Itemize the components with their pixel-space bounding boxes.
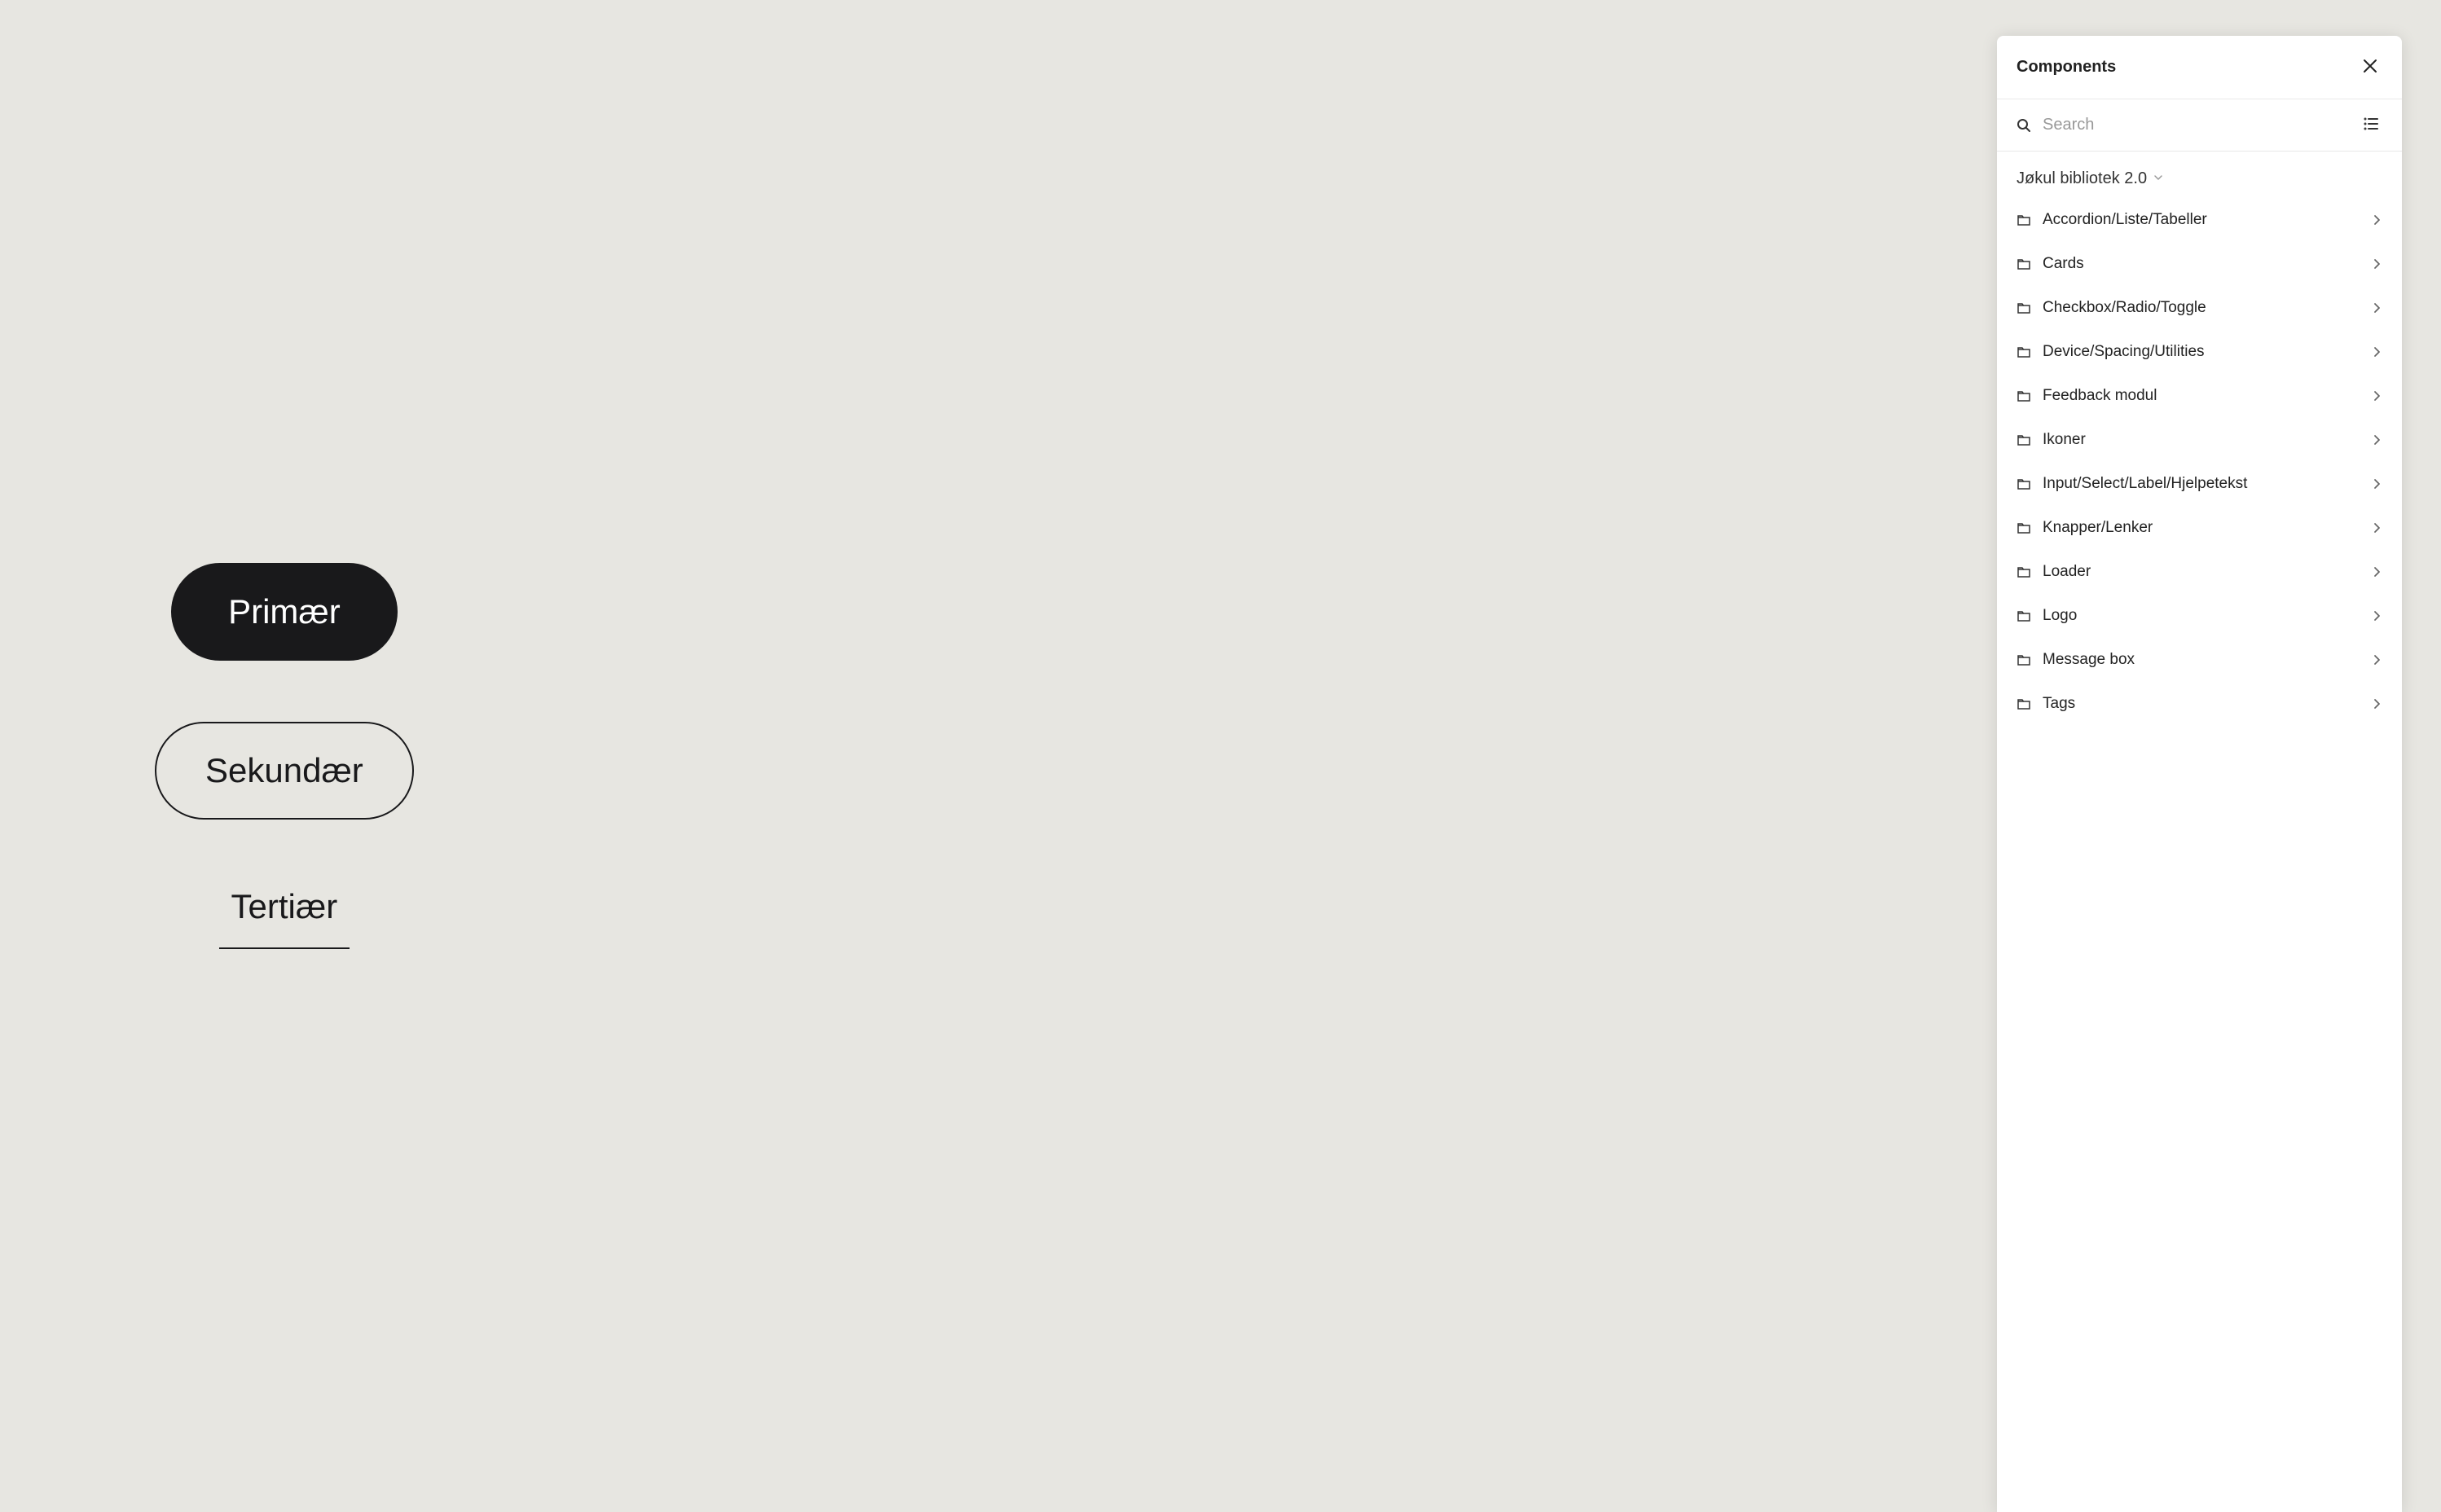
secondary-button[interactable]: Sekundær [155, 722, 414, 820]
folder-label: Ikoner [2043, 431, 2360, 449]
chevron-right-icon [2371, 522, 2382, 534]
chevron-right-icon [2371, 698, 2382, 710]
folder-icon [2017, 565, 2031, 579]
folder-icon [2017, 653, 2031, 667]
folder-icon [2017, 609, 2031, 623]
search-icon [2017, 118, 2031, 133]
folder-label: Accordion/Liste/Tabeller [2043, 211, 2360, 229]
components-panel: Components [1997, 36, 2402, 1512]
library-selector[interactable]: Jøkul bibliotek 2.0 [1997, 152, 2402, 198]
folder-item[interactable]: Device/Spacing/Utilities [1997, 330, 2402, 374]
search-input[interactable] [2043, 116, 2348, 134]
chevron-right-icon [2371, 654, 2382, 666]
chevron-right-icon [2371, 566, 2382, 578]
folder-icon [2017, 389, 2031, 403]
chevron-down-icon [2153, 172, 2163, 187]
chevron-right-icon [2371, 258, 2382, 270]
search-bar [1997, 99, 2402, 152]
panel-header: Components [1997, 36, 2402, 99]
folder-icon [2017, 257, 2031, 271]
panel-title: Components [2017, 58, 2116, 77]
folder-item[interactable]: Checkbox/Radio/Toggle [1997, 286, 2402, 330]
chevron-right-icon [2371, 478, 2382, 490]
folder-icon [2017, 521, 2031, 535]
folder-icon [2017, 477, 2031, 491]
folder-label: Message box [2043, 651, 2360, 669]
button-stack: Primær Sekundær Tertiær [155, 563, 414, 949]
chevron-right-icon [2371, 434, 2382, 446]
tertiary-underline [219, 947, 350, 949]
chevron-right-icon [2371, 390, 2382, 402]
chevron-right-icon [2371, 214, 2382, 226]
folder-icon [2017, 433, 2031, 447]
folder-icon [2017, 301, 2031, 315]
folder-label: Device/Spacing/Utilities [2043, 343, 2360, 361]
folder-item[interactable]: Knapper/Lenker [1997, 506, 2402, 550]
folder-item[interactable]: Cards [1997, 242, 2402, 286]
folder-item[interactable]: Logo [1997, 594, 2402, 638]
folder-label: Cards [2043, 255, 2360, 273]
folder-icon [2017, 697, 2031, 711]
folder-label: Input/Select/Label/Hjelpetekst [2043, 475, 2360, 493]
list-view-toggle-button[interactable] [2360, 112, 2382, 138]
folder-label: Loader [2043, 563, 2360, 581]
folder-label: Feedback modul [2043, 387, 2360, 405]
folder-icon [2017, 345, 2031, 359]
folder-list: Accordion/Liste/Tabeller Cards Checkbox/Ra… [1997, 198, 2402, 1512]
primary-button[interactable]: Primær [171, 563, 398, 661]
folder-item[interactable]: Accordion/Liste/Tabeller [1997, 198, 2402, 242]
folder-label: Tags [2043, 695, 2360, 713]
folder-label: Knapper/Lenker [2043, 519, 2360, 537]
list-icon [2363, 116, 2379, 134]
chevron-right-icon [2371, 302, 2382, 314]
folder-item[interactable]: Message box [1997, 638, 2402, 682]
folder-item[interactable]: Feedback modul [1997, 374, 2402, 418]
tertiary-button[interactable]: Tertiær [231, 881, 338, 933]
folder-label: Checkbox/Radio/Toggle [2043, 299, 2360, 317]
close-icon [2361, 57, 2379, 77]
folder-icon [2017, 213, 2031, 227]
chevron-right-icon [2371, 610, 2382, 622]
folder-item[interactable]: Loader [1997, 550, 2402, 594]
chevron-right-icon [2371, 346, 2382, 358]
folder-label: Logo [2043, 607, 2360, 625]
folder-item[interactable]: Input/Select/Label/Hjelpetekst [1997, 462, 2402, 506]
library-name: Jøkul bibliotek 2.0 [2017, 169, 2147, 188]
folder-item[interactable]: Ikoner [1997, 418, 2402, 462]
tertiary-button-wrap: Tertiær [219, 881, 350, 949]
folder-item[interactable]: Tags [1997, 682, 2402, 726]
close-button[interactable] [2358, 54, 2382, 81]
